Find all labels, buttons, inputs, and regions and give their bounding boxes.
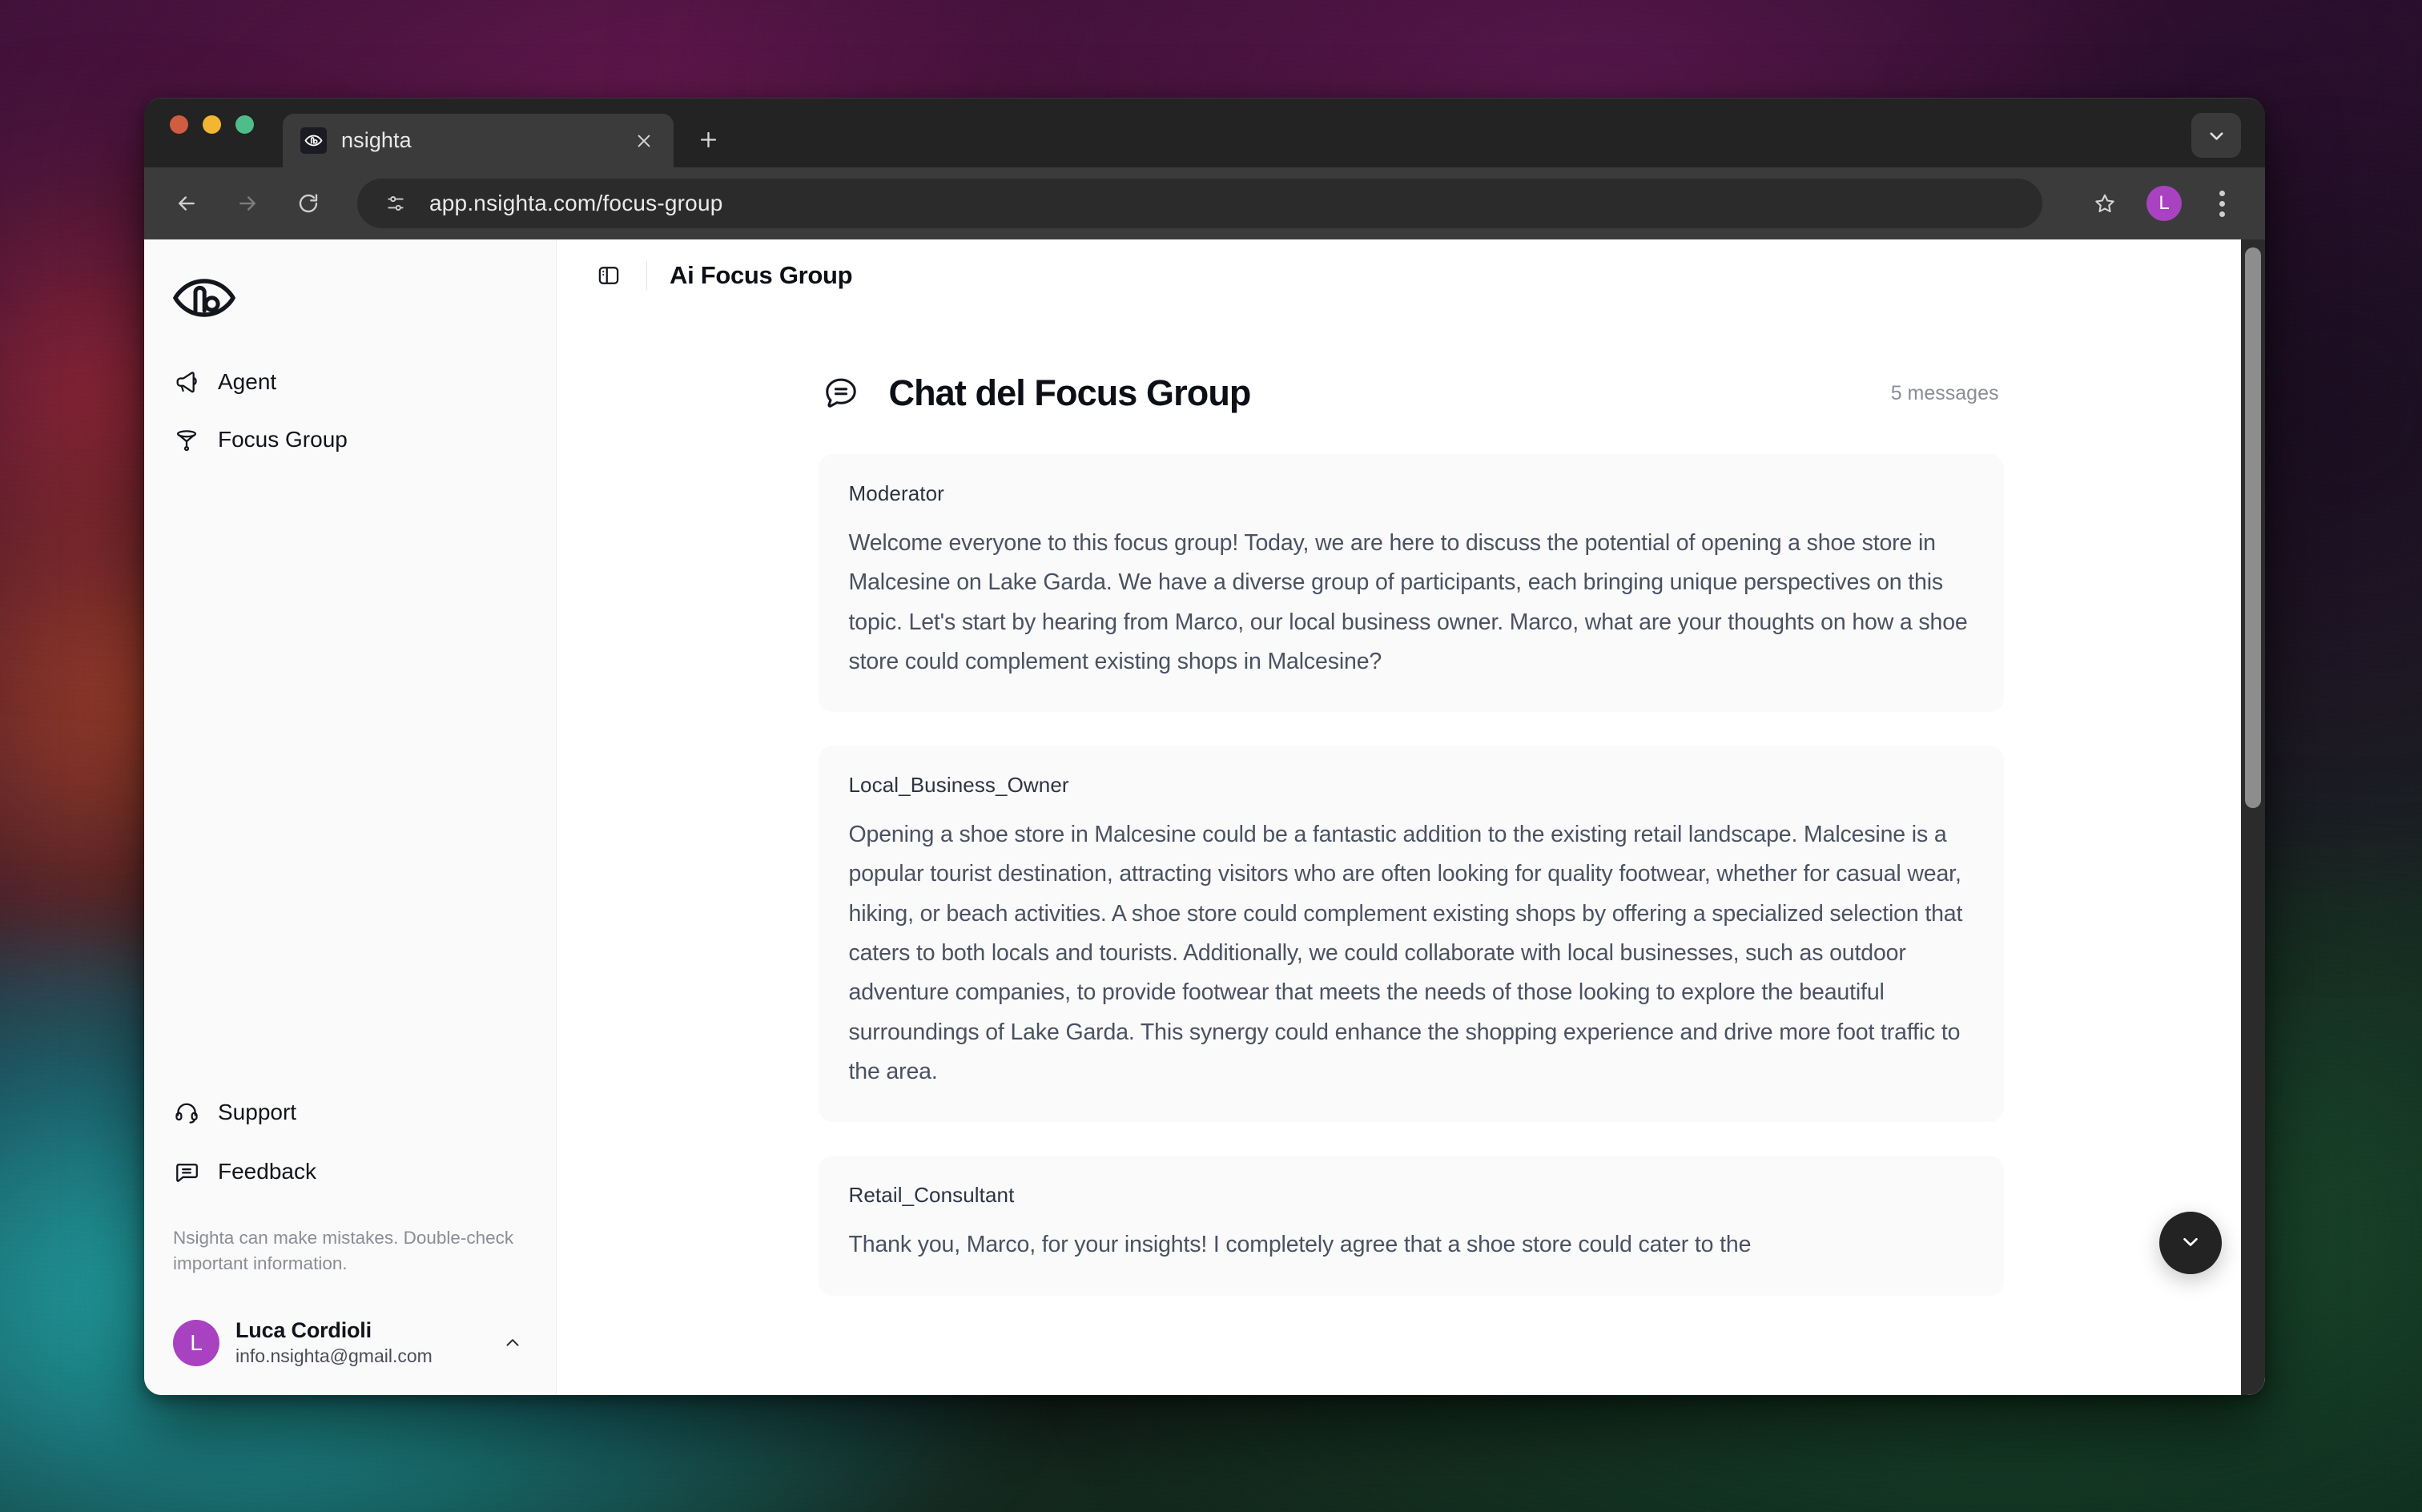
app-sidebar: Agent Focus Group Support Feedback Nsigh… xyxy=(144,239,557,1395)
main-content: Ai Focus Group Chat del Focus Group 5 me… xyxy=(557,239,2265,1395)
message-author: Moderator xyxy=(848,481,944,505)
window-controls xyxy=(170,99,254,167)
chevron-up-icon[interactable] xyxy=(498,1329,527,1357)
page-viewport: Agent Focus Group Support Feedback Nsigh… xyxy=(144,239,2265,1395)
nsighta-eye-favicon xyxy=(300,127,327,154)
sidebar-nav: Agent Focus Group xyxy=(144,357,556,464)
browser-toolbar: app.nsighta.com/focus-group L xyxy=(144,167,2265,239)
message-author: Local_Business_Owner xyxy=(848,773,1069,798)
message-count: 5 messages xyxy=(1890,381,1999,404)
plus-icon[interactable] xyxy=(691,123,725,156)
chat-header: Chat del Focus Group 5 messages xyxy=(819,372,2004,414)
sidebar-item-label: Support xyxy=(218,1100,297,1125)
sidebar-item-label: Feedback xyxy=(218,1159,316,1184)
sidebar-disclaimer: Nsighta can make mistakes. Double-check … xyxy=(173,1228,514,1274)
chat-bubble-icon xyxy=(820,372,862,414)
avatar: L xyxy=(173,1319,219,1366)
sidebar-item-focus-group[interactable]: Focus Group xyxy=(159,415,541,464)
message-author: Retail_Consultant xyxy=(848,1183,1015,1208)
message-list: Moderator Welcome everyone to this focus… xyxy=(818,454,2004,1328)
main-topbar: Ai Focus Group xyxy=(557,239,2265,312)
browser-tab-strip: nsighta xyxy=(144,99,2265,167)
chat-container: Chat del Focus Group 5 messages Moderato… xyxy=(818,312,2004,1328)
scroll-to-bottom-button[interactable] xyxy=(2159,1212,2222,1274)
sidebar-toggle-icon[interactable] xyxy=(593,260,624,291)
nsighta-eye-logo[interactable] xyxy=(144,239,556,324)
arrow-left-icon[interactable] xyxy=(168,185,205,222)
sidebar-item-feedback[interactable]: Feedback xyxy=(159,1147,541,1196)
page-title: Ai Focus Group xyxy=(670,261,853,289)
chevron-down-icon xyxy=(2179,1229,2203,1257)
chat-scroll-area[interactable]: Chat del Focus Group 5 messages Moderato… xyxy=(557,312,2265,1395)
chevron-down-icon[interactable] xyxy=(2191,113,2241,158)
sidebar-bottom-nav: Support Feedback xyxy=(144,1088,556,1196)
maximize-window-button[interactable] xyxy=(235,115,254,134)
sidebar-item-label: Agent xyxy=(218,369,277,394)
browser-tab[interactable]: nsighta xyxy=(283,114,674,167)
browser-profile-avatar[interactable]: L xyxy=(2146,186,2182,221)
message-icon xyxy=(173,1158,200,1185)
message-card: Retail_Consultant Thank you, Marco, for … xyxy=(818,1156,2004,1296)
funnel-icon xyxy=(173,426,200,453)
browser-window: nsighta app.nsighta.com/focus-group L Ag… xyxy=(144,98,2265,1395)
page-scrollbar[interactable] xyxy=(2241,239,2265,1395)
message-body: Welcome everyone to this focus group! To… xyxy=(848,530,1968,674)
sidebar-item-support[interactable]: Support xyxy=(159,1088,541,1137)
arrow-right-icon xyxy=(229,185,266,222)
megaphone-icon xyxy=(173,368,200,396)
star-icon[interactable] xyxy=(2087,186,2122,221)
sidebar-user-profile[interactable]: L Luca Cordioli info.nsighta@gmail.com xyxy=(163,1312,537,1373)
address-bar[interactable]: app.nsighta.com/focus-group xyxy=(357,179,2042,228)
address-bar-url: app.nsighta.com/focus-group xyxy=(429,191,723,215)
avatar-initial: L xyxy=(190,1329,203,1355)
minimize-window-button[interactable] xyxy=(203,115,221,134)
page-scrollbar-thumb[interactable] xyxy=(2245,247,2261,808)
browser-tab-title: nsighta xyxy=(341,128,412,152)
close-icon[interactable] xyxy=(630,127,658,155)
sidebar-item-agent[interactable]: Agent xyxy=(159,357,541,407)
toolbar-actions: L xyxy=(2087,185,2238,222)
tune-icon[interactable] xyxy=(381,189,410,218)
message-body: Opening a shoe store in Malcesine could … xyxy=(848,822,1963,1084)
user-email: info.nsighta@gmail.com xyxy=(235,1345,432,1366)
kebab-menu-icon[interactable] xyxy=(2206,185,2238,222)
sidebar-item-label: Focus Group xyxy=(218,427,348,452)
message-body: Thank you, Marco, for your insights! I c… xyxy=(848,1232,1752,1258)
headset-icon xyxy=(173,1099,200,1126)
user-meta: Luca Cordioli info.nsighta@gmail.com xyxy=(235,1318,482,1367)
message-card: Local_Business_Owner Opening a shoe stor… xyxy=(818,746,2004,1123)
chat-title: Chat del Focus Group xyxy=(888,372,1252,413)
browser-profile-initial: L xyxy=(2158,192,2170,214)
user-name: Luca Cordioli xyxy=(235,1318,372,1342)
message-card: Moderator Welcome everyone to this focus… xyxy=(818,454,2004,713)
topbar-divider xyxy=(646,261,647,290)
close-window-button[interactable] xyxy=(170,115,188,134)
reload-icon[interactable] xyxy=(290,185,327,222)
